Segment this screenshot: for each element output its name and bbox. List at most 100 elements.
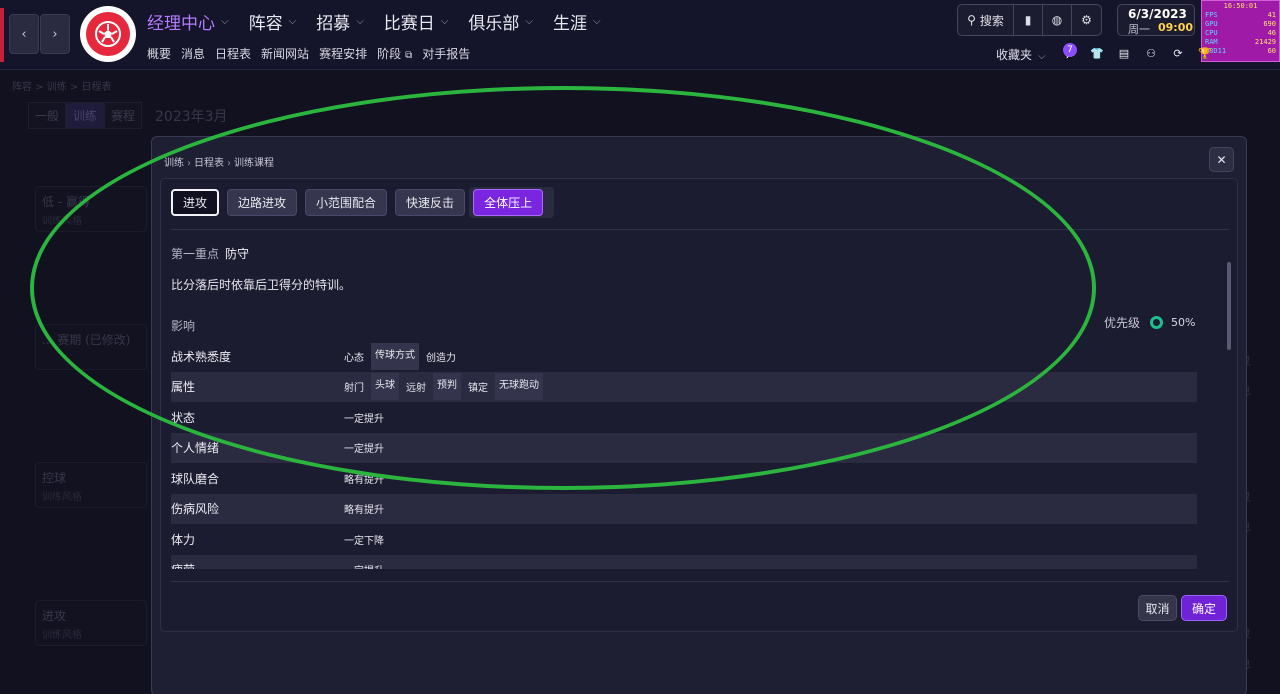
cancel-button[interactable]: 取消 <box>1138 595 1177 621</box>
continue-date-box[interactable]: 6/3/2023 周一 09:00 <box>1117 4 1195 36</box>
gear-icon: ⚙ <box>1081 13 1092 27</box>
close-icon: ✕ <box>1216 152 1227 167</box>
impact-tag: 一定提升 <box>344 444 384 456</box>
row-tags: 一定提升 <box>341 559 391 569</box>
menu-club[interactable]: 俱乐部 ⌵ <box>468 9 533 34</box>
report-button[interactable]: ▤ <box>1115 44 1133 62</box>
confirm-button[interactable]: 确定 <box>1181 595 1227 621</box>
refresh-icon: ⟳ <box>1173 46 1183 60</box>
impact-heading: 影响 <box>171 319 196 333</box>
impact-tag: 镇定 <box>468 383 488 395</box>
divider <box>171 581 1229 582</box>
row-tags: 一定提升 <box>341 407 391 428</box>
table-row: 疲劳 一定提升 <box>171 554 1197 569</box>
chip-small-combination[interactable]: 小范围配合 <box>305 189 388 216</box>
search-label: 搜索 <box>979 13 1004 28</box>
table-row: 战术熟悉度 心态 传球方式 创造力 <box>171 341 1197 372</box>
document-icon: ▤ <box>1118 46 1130 60</box>
hw-value: 690 <box>1263 20 1276 28</box>
menu-squad[interactable]: 阵容 ⌵ <box>249 9 297 34</box>
chevron-down-icon: ⌵ <box>525 16 533 27</box>
hw-row: GPU 690 <box>1205 20 1276 29</box>
row-name: 伤病风险 <box>171 502 220 517</box>
people-icon: ⚇ <box>1146 46 1156 60</box>
submenu-fixtures[interactable]: 赛程安排 <box>319 45 367 62</box>
header-tools: ⚲ 搜索 ▮ ◍ ⚙ <box>957 4 1102 36</box>
impact-tag: 一定提升 <box>341 559 387 569</box>
trophy-button[interactable]: 🏆 <box>1196 44 1214 62</box>
globe-button[interactable]: ◍ <box>1043 5 1072 35</box>
brand-edge <box>0 8 4 62</box>
row-tags: 射门 头球 远射 预判 镇定 无球跑动 <box>341 373 547 401</box>
hw-row: RAM 21429 <box>1205 38 1276 47</box>
chip-counter-attack[interactable]: 快速反击 <box>395 189 466 216</box>
chevron-down-icon: ⌵ <box>288 16 297 27</box>
training-session-modal: 训练 › 日程表 › 训练课程 ✕ 进攻 边路进攻 小范围配合 快速反击 全体压上 第一… <box>151 136 1247 694</box>
submenu-schedule[interactable]: 日程表 <box>215 45 251 62</box>
submenu-inbox[interactable]: 消息 <box>181 45 205 62</box>
row-name: 战术熟悉度 <box>171 349 232 364</box>
submenu-stage[interactable]: 阶段 ⧉ <box>377 45 412 62</box>
impact-tag: 传球方式 <box>371 342 419 370</box>
chip-attack[interactable]: 进攻 <box>171 189 220 216</box>
focus-label: 第一重点 <box>171 247 220 261</box>
menu-recruitment[interactable]: 招募 ⌵ <box>316 9 364 34</box>
row-name: 球队磨合 <box>171 471 220 486</box>
favorites-dropdown[interactable]: 收藏夹 ⌵ <box>996 46 1046 63</box>
menu-label: 俱乐部 <box>468 14 520 34</box>
table-row: 状态 一定提升 <box>171 402 1197 433</box>
breadcrumb-item[interactable]: 日程表 <box>194 158 224 169</box>
settings-button[interactable]: ⚙ <box>1072 5 1101 35</box>
football-icon <box>86 12 130 56</box>
forward-button[interactable]: › <box>40 14 70 54</box>
submenu-overview[interactable]: 概要 <box>147 45 171 62</box>
chip-all-out-attack[interactable]: 全体压上 <box>473 189 544 216</box>
globe-icon: ◍ <box>1051 13 1063 27</box>
hw-key: CPU <box>1205 29 1218 37</box>
club-logo[interactable] <box>80 6 136 62</box>
search-icon: ⚲ <box>967 13 976 27</box>
sub-menu: 概要 消息 日程表 新闻网站 赛程安排 阶段 ⧉ 对手报告 <box>147 45 480 62</box>
impact-tag: 无球跑动 <box>495 373 543 401</box>
table-scrollbar[interactable] <box>1227 262 1231 350</box>
hw-row: FPS 41 <box>1205 11 1276 20</box>
impact-table: 战术熟悉度 心态 传球方式 创造力 属性 射门 头球 远射 预判 镇定 无球跑动 <box>171 341 1197 569</box>
row-tags: 略有提升 <box>341 468 391 489</box>
impact-tag: 一定下降 <box>344 535 384 547</box>
favorites-label: 收藏夹 <box>996 48 1033 62</box>
session-panel: 进攻 边路进攻 小范围配合 快速反击 全体压上 第一重点 防守 比分落后时依靠后卫… <box>160 178 1238 632</box>
close-button[interactable]: ✕ <box>1209 147 1234 172</box>
back-button[interactable]: ‹ <box>9 14 39 54</box>
hw-value: 46 <box>1267 29 1276 37</box>
kit-button[interactable]: 👕 <box>1088 44 1106 62</box>
impact-tag: 创造力 <box>426 352 456 364</box>
submenu-news[interactable]: 新闻网站 <box>261 45 309 62</box>
menu-label: 比赛日 <box>383 14 435 34</box>
menu-manager-center[interactable]: 经理中心 ⌵ <box>147 9 229 34</box>
chip-wing-attack[interactable]: 边路进攻 <box>227 189 298 216</box>
menu-label: 生涯 <box>552 14 587 34</box>
impact-tag: 远射 <box>406 383 426 395</box>
chevron-down-icon: ⌵ <box>356 16 364 27</box>
impact-tag: 一定提升 <box>344 413 384 425</box>
bookmark-button[interactable]: ▮ <box>1014 5 1043 35</box>
breadcrumb-item[interactable]: 训练 <box>164 158 184 169</box>
menu-matchday[interactable]: 比赛日 ⌵ <box>384 9 449 34</box>
table-row: 个人情绪 一定提升 <box>171 432 1197 463</box>
hw-value: 21429 <box>1254 38 1276 46</box>
current-weekday: 周一 <box>1128 23 1150 36</box>
submenu-opponent-report[interactable]: 对手报告 <box>422 45 470 62</box>
table-row: 球队磨合 略有提升 <box>171 463 1197 494</box>
refresh-button[interactable]: ⟳ <box>1169 44 1187 62</box>
impact-tag: 略有提升 <box>344 505 384 517</box>
row-name: 个人情绪 <box>171 441 220 456</box>
priority-indicator: 优先级 50% <box>1104 314 1195 331</box>
staff-button[interactable]: ⚇ <box>1142 44 1160 62</box>
menu-career[interactable]: 生涯 ⌵ <box>553 9 601 34</box>
menu-label: 经理中心 <box>147 14 215 34</box>
quick-tools: 💬 👕 ▤ ⚇ ⟳ 🏆 <box>1061 44 1214 62</box>
search-button[interactable]: ⚲ 搜索 <box>958 5 1014 35</box>
chevron-down-icon: ⌵ <box>221 16 229 27</box>
chevron-right-icon: › <box>187 158 191 169</box>
chevron-down-icon: ⌵ <box>1038 51 1046 62</box>
